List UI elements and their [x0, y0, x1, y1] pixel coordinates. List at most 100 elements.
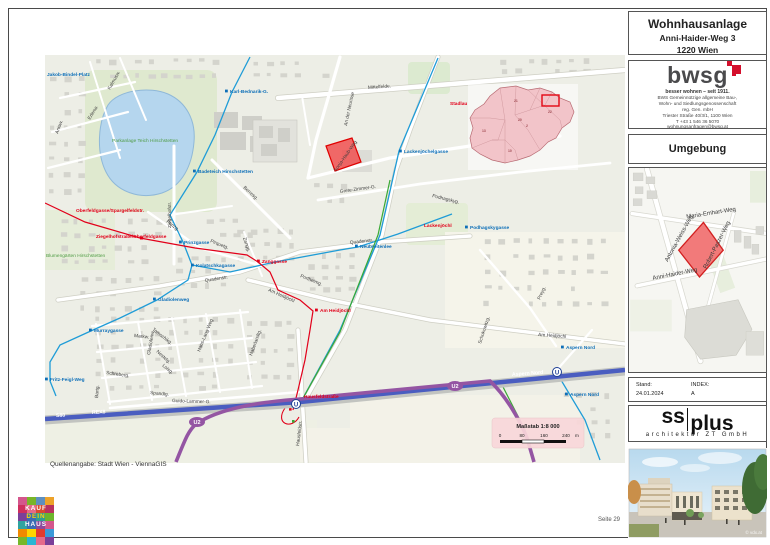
bwsg-wordmark: bwsg	[667, 62, 728, 88]
plan-document-page: { "page": { "seite": "Seite 29", "source…	[0, 0, 770, 545]
building	[542, 302, 546, 306]
building	[213, 330, 218, 335]
building	[95, 317, 99, 321]
building	[64, 172, 71, 177]
map-label: Prinzgasse	[184, 240, 210, 246]
stand-value: 24.01.2024	[636, 390, 664, 399]
building	[135, 73, 139, 78]
building	[126, 386, 132, 390]
building	[49, 173, 54, 178]
building	[128, 246, 132, 251]
map-label: REX8	[92, 409, 106, 416]
building	[260, 321, 267, 326]
building	[349, 277, 356, 282]
building	[64, 189, 72, 195]
building	[336, 253, 341, 258]
building	[571, 287, 575, 292]
building	[273, 375, 279, 380]
transit-stop-marker	[355, 245, 358, 248]
district-number: 13	[482, 129, 486, 133]
building	[602, 301, 609, 306]
building	[485, 270, 491, 274]
kdh-color-tile	[27, 497, 36, 505]
building	[485, 285, 492, 288]
project-address: Anni-Haider-Weg 3	[629, 33, 766, 43]
building	[310, 287, 316, 290]
building	[191, 270, 195, 273]
building	[213, 344, 217, 350]
building	[335, 287, 341, 292]
building	[221, 283, 226, 287]
building	[349, 265, 354, 269]
building	[573, 255, 578, 260]
transit-stop-marker	[561, 346, 564, 349]
umgebung-map-box: Maria-Emhart-Weg Antonia-Weiss-Weg Rober…	[628, 167, 767, 373]
building	[587, 302, 592, 305]
kdh-color-tile	[27, 529, 36, 537]
index-label: INDEX:	[691, 381, 709, 390]
map-label: Karl-Bednarik-G.	[230, 89, 268, 95]
building	[186, 75, 193, 79]
building	[336, 276, 343, 279]
building	[74, 219, 78, 225]
kdh-color-tile	[36, 537, 45, 545]
map-label: Aspern Nord	[566, 345, 595, 351]
building	[280, 73, 287, 77]
transit-stop-marker	[153, 298, 156, 301]
building	[135, 60, 142, 64]
building	[213, 60, 220, 65]
building	[155, 358, 160, 361]
building	[206, 256, 211, 261]
rendering-thumbnail: © vdx.at	[628, 448, 767, 538]
building	[154, 291, 162, 295]
building	[142, 259, 149, 264]
bwsg-email: wohnungsanfragen@bwsg.at	[629, 124, 766, 130]
building	[572, 239, 578, 244]
building	[529, 255, 535, 260]
architect-logo-block: ss plus architektur ZT GmbH	[628, 405, 767, 442]
building	[557, 301, 562, 306]
building	[96, 372, 101, 377]
district-number: 10	[508, 149, 512, 153]
building	[542, 59, 548, 65]
building	[103, 259, 108, 262]
stand-label: Stand:	[636, 381, 664, 390]
building	[191, 283, 197, 288]
umgebung-detail-map: Maria-Emhart-Weg Antonia-Weiss-Weg Rober…	[629, 168, 766, 372]
kdh-color-tile	[18, 537, 27, 545]
building	[527, 285, 531, 291]
scale-tick: 80	[519, 433, 525, 438]
station-hausfeldstrasse: U	[292, 400, 301, 409]
kdh-color-tile	[36, 497, 45, 505]
bwsg-logo-square-icon	[727, 61, 732, 66]
u2-shield-label: U2	[193, 420, 200, 426]
vienna-inset: 21 22 20 2 10 13	[468, 84, 578, 170]
kdh-text-kauf: KAUF	[18, 505, 54, 512]
map-label: Gladiolenweg	[158, 297, 189, 303]
kdh-color-tile	[18, 497, 27, 505]
building	[125, 306, 132, 312]
building	[322, 276, 328, 280]
kdh-color-tile	[45, 537, 54, 545]
building	[584, 58, 590, 64]
building	[50, 126, 54, 130]
project-city: 1220 Wien	[629, 45, 766, 55]
map-label: Murraygasse	[94, 328, 124, 334]
bwsg-logo-square-icon	[732, 72, 736, 76]
building	[572, 270, 576, 275]
transit-stop-marker	[399, 150, 402, 153]
building	[233, 219, 238, 223]
building	[254, 62, 259, 66]
building	[82, 277, 89, 281]
map-label: Lackenjöchl	[424, 223, 452, 229]
bus-stop-green-dot	[292, 420, 295, 423]
building	[340, 198, 345, 204]
building	[264, 242, 270, 246]
map-label: Ziegelhofstraße/Oberfeldgasse	[96, 234, 167, 240]
building	[314, 183, 320, 187]
u-station-letter: U	[294, 402, 298, 408]
source-attribution: Quellenangabe: Stadt Wien - ViennaGIS	[50, 461, 167, 468]
building	[485, 239, 491, 244]
building	[61, 246, 68, 252]
map-label: S80	[56, 413, 66, 419]
